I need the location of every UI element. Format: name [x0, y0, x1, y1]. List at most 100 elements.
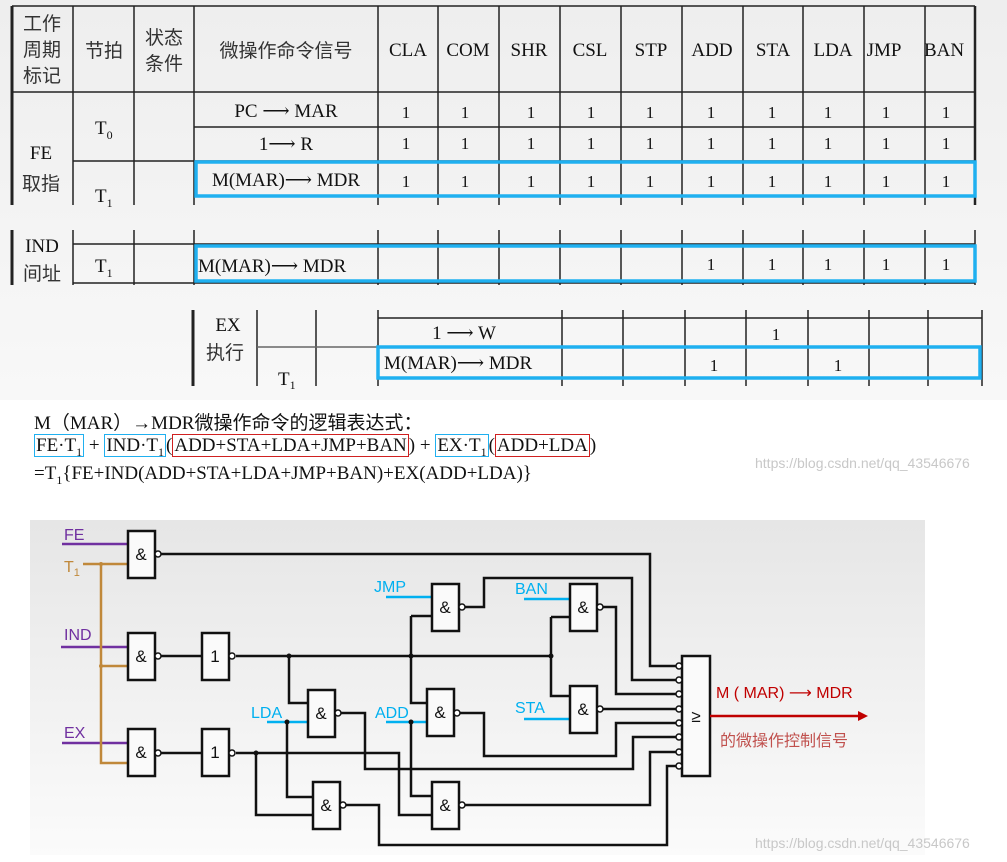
- header-beat: 节拍: [85, 40, 123, 62]
- ex-op-0: 1 ⟶ W: [432, 323, 496, 344]
- ind-t1: T1: [95, 256, 113, 280]
- fe-t0: T0: [95, 118, 113, 142]
- svg-text:&: &: [320, 796, 332, 815]
- svg-text:&: &: [135, 545, 147, 564]
- and-gate-ban: &: [568, 582, 604, 633]
- ex-section: EX 执行 T1 1 ⟶ W M(MAR)⟶ MDR 1 1 1: [191, 310, 983, 392]
- table.fe.rows.2-cell: 1: [942, 172, 951, 191]
- table.fe.rows.1-cell: 1: [587, 134, 596, 153]
- fe-label: FE: [30, 143, 52, 164]
- header-stp: STP: [635, 40, 668, 61]
- svg-text:&: &: [434, 703, 446, 722]
- and-gate-jmp: &: [430, 582, 466, 633]
- not-gate-ex: 1: [200, 727, 236, 778]
- and-gate-ind: &: [126, 631, 162, 682]
- and-gate-fe: &: [126, 529, 162, 580]
- table.fe.rows.0-cell: 1: [707, 103, 716, 122]
- table.fe.rows.2-cell: 1: [646, 172, 655, 191]
- op-label-lda: LDA: [251, 705, 282, 722]
- table.ind.row-cell: 1: [942, 255, 951, 274]
- header-cla: CLA: [389, 40, 427, 61]
- and-gate-sta: &: [568, 684, 604, 735]
- svg-text:&: &: [315, 704, 327, 723]
- table-header: 工作 周期 标记 节拍 状态 条件 微操作命令信号 CLA COM SHR CS…: [23, 13, 964, 87]
- expression-title: M（MAR）→MDR微操作命令的逻辑表达式：: [34, 413, 423, 434]
- op-label-ban: BAN: [515, 581, 548, 598]
- svg-text:1: 1: [210, 743, 219, 762]
- table.fe.rows.1-cell: 1: [646, 134, 655, 153]
- table.fe.rows.1-cell: 1: [402, 134, 411, 153]
- or-gate-output: ≥: [675, 654, 712, 778]
- table.fe.rows.2-cell: 1: [587, 172, 596, 191]
- svg-text:&: &: [577, 700, 589, 719]
- ex-values: 1 1 1: [710, 325, 843, 375]
- ind-label-cn: 间址: [23, 263, 61, 285]
- op-label-sta: STA: [515, 700, 545, 717]
- header-lda: LDA: [813, 40, 852, 61]
- expression-line-2: FE·T1 + IND·T1(ADD+STA+LDA+JMP+BAN) + EX…: [34, 434, 597, 459]
- table.fe.rows.0-cell: 1: [402, 103, 411, 122]
- ind-section: IND 间址 T1 M(MAR)⟶ MDR 1 1 1 1 1: [10, 230, 977, 285]
- watermark-bottom: https://blog.csdn.net/qq_43546676: [755, 835, 970, 851]
- ex-label-cn: 执行: [206, 342, 244, 364]
- output-label: M ( MAR) ⟶ MDR: [716, 685, 853, 702]
- table.ind.row-cell: 1: [707, 255, 716, 274]
- header-csl: CSL: [573, 40, 608, 61]
- fe-op-0: PC ⟶ MAR: [234, 101, 338, 122]
- term-fe-t1: FE·T1: [34, 434, 85, 459]
- table.fe.rows.2-cell: 1: [461, 172, 470, 191]
- term-ind-t1: IND·T1: [104, 434, 167, 459]
- not-gate-ind: 1: [200, 631, 236, 682]
- and-gate-add: &: [425, 687, 461, 738]
- table.fe.rows.0-cell: 1: [461, 103, 470, 122]
- header-shr: SHR: [511, 40, 548, 61]
- table.fe.rows.0-cell: 1: [527, 103, 536, 122]
- table.fe.rows.1-cell: 1: [824, 134, 833, 153]
- table.fe.rows.2-cell: 1: [882, 172, 891, 191]
- ind-label: IND: [25, 236, 59, 257]
- table.fe.rows.2-cell: 1: [402, 172, 411, 191]
- fe-values: 1 1 1 1 1 1 1 1 1 1 1 1 1 1 1 1 1 1 1 1 1 1 1 1 1 1 1 1 1 1: [402, 103, 951, 191]
- op-label-jmp: JMP: [374, 579, 406, 596]
- output-caption: 的微操作控制信号: [720, 731, 848, 750]
- logic-expression: M（MAR）→MDR微操作命令的逻辑表达式： FE·T1 + IND·T1(AD…: [34, 413, 596, 491]
- table.fe.rows.2-cell: 1: [824, 172, 833, 191]
- watermark-top: https://blog.csdn.net/qq_43546676: [755, 455, 970, 471]
- table.fe.rows.1-cell: 1: [527, 134, 536, 153]
- ex-label: EX: [215, 315, 241, 336]
- term-ex-t1: EX·T1: [435, 434, 489, 459]
- table.ex.rows.0-cell: 1: [772, 325, 781, 344]
- table.fe.rows.0-cell: 1: [587, 103, 596, 122]
- ex-op-1: M(MAR)⟶ MDR: [384, 353, 532, 374]
- table.fe.rows.1-cell: 1: [942, 134, 951, 153]
- ind-op: M(MAR)⟶ MDR: [198, 256, 346, 277]
- header-ban: BAN: [924, 40, 964, 61]
- op-label-add: ADD: [375, 705, 409, 722]
- expression-line-3: =T1{FE+IND(ADD+STA+LDA+JMP+BAN)+EX(ADD+L…: [34, 462, 532, 487]
- header-com: COM: [446, 40, 489, 61]
- header-sta: STA: [756, 40, 791, 61]
- fe-op-1: 1⟶ R: [259, 134, 313, 155]
- table.fe.rows.2-cell: 1: [707, 172, 716, 191]
- header-condition-1: 状态: [145, 27, 183, 49]
- header-cycle-3: 标记: [23, 65, 61, 87]
- header-signal: 微操作命令信号: [219, 40, 352, 62]
- header-cycle-2: 周期: [23, 39, 61, 61]
- table.fe.rows.0-cell: 1: [646, 103, 655, 122]
- fe-t1: T1: [95, 186, 113, 210]
- microop-table-area: 工作 周期 标记 节拍 状态 条件 微操作命令信号 CLA COM SHR CS…: [0, 0, 1007, 400]
- ex-t1: T1: [278, 369, 296, 392]
- table.fe.rows.1-cell: 1: [461, 134, 470, 153]
- table.fe.rows.2-cell: 1: [768, 172, 777, 191]
- table.fe.rows.2-cell: 1: [527, 172, 536, 191]
- svg-text:&: &: [135, 743, 147, 762]
- fe-op-2: M(MAR)⟶ MDR: [212, 170, 360, 191]
- table.fe.rows.1-cell: 1: [882, 134, 891, 153]
- input-label-ind: IND: [64, 627, 92, 644]
- svg-text:1: 1: [210, 647, 219, 666]
- and-gate-ex-lda: &: [311, 780, 347, 831]
- and-gate-ex: &: [126, 727, 162, 778]
- table.fe.rows.0-cell: 1: [882, 103, 891, 122]
- svg-text:&: &: [439, 796, 451, 815]
- table.ind.row-cell: 1: [768, 255, 777, 274]
